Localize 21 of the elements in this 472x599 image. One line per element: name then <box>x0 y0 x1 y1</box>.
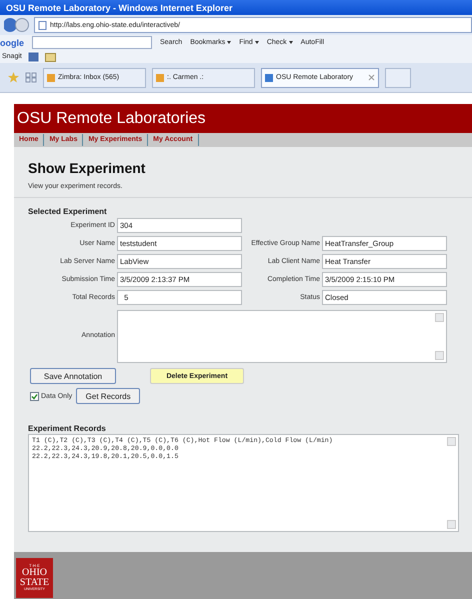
get-records-button[interactable]: Get Records <box>76 388 140 404</box>
page-icon <box>38 20 47 30</box>
section-title: Selected Experiment <box>28 207 108 216</box>
logo-text: OHIO <box>22 568 47 578</box>
new-tab-button[interactable] <box>385 68 411 88</box>
toolbar-logo: oogle <box>0 38 24 48</box>
search-field[interactable] <box>32 36 152 49</box>
annotation-field[interactable] <box>117 310 447 363</box>
star-icon[interactable] <box>8 72 19 83</box>
window-title: OSU Remote Laboratory - Windows Internet Explorer <box>6 2 232 12</box>
close-icon[interactable] <box>368 74 375 81</box>
window-icon[interactable] <box>28 52 39 62</box>
section-title: Experiment Records <box>28 424 107 433</box>
page-heading: Show Experiment <box>28 160 146 176</box>
save-button[interactable]: Save Annotation <box>30 368 116 384</box>
site-title: OSU Remote Laboratories <box>17 110 206 128</box>
back-forward-icon[interactable] <box>4 17 30 33</box>
tab-grid-icon[interactable] <box>25 72 37 83</box>
checkbox[interactable] <box>30 392 39 400</box>
logo-text: STATE <box>20 578 50 588</box>
folder-icon[interactable] <box>44 52 56 62</box>
